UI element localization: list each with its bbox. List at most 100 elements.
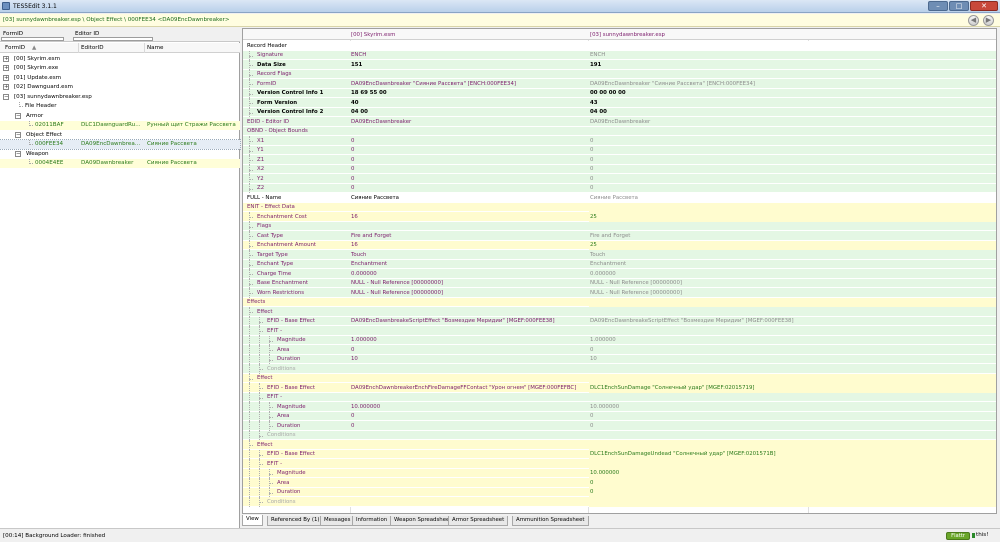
file2-value[interactable]: DA09EncDawnbreaker "Сияние Рассвета" [EN… [590, 81, 755, 87]
editorid-filter-input[interactable] [73, 37, 153, 41]
record-row[interactable]: Effect [243, 440, 996, 450]
file2-value[interactable]: 04 00 [590, 109, 607, 115]
file1-value[interactable]: Fire and Forget [351, 233, 391, 239]
record-row[interactable]: EFID - Base Effect DA09EncDawnbreakeScrip… [243, 316, 996, 326]
flattr-button[interactable]: Flattr [946, 532, 970, 540]
record-row[interactable]: EDID - Editor ID DA09EncDawnbreaker DA09En… [243, 117, 996, 127]
file2-value[interactable]: DLC1EnchSunDamage "Солнечный удар" [MGEF… [590, 385, 755, 391]
collapse-icon[interactable]: − [15, 112, 21, 119]
file2-value[interactable]: 0 [590, 138, 593, 144]
file2-value[interactable]: 0 [590, 185, 593, 191]
file1-value[interactable]: 1.000000 [351, 337, 377, 343]
file1-value[interactable]: DA09EncDawnbreaker "Сияние Рассвета" [EN… [351, 81, 516, 87]
file1-value[interactable]: 0 [351, 176, 354, 182]
record-row[interactable]: Signature ENCH ENCH [243, 50, 996, 60]
file1-value[interactable]: DA09EncDawnbreakeScriptEffect "Возмездие… [351, 318, 555, 324]
record-row[interactable]: Duration 10 10 [243, 354, 996, 364]
flattr-this-label[interactable]: this! [976, 532, 988, 538]
tree-row[interactable]: − Weapon [0, 149, 240, 159]
collapse-icon[interactable]: − [3, 93, 9, 100]
tab-weapon-spreadsheet[interactable]: Weapon Spreadsheet [390, 516, 456, 526]
file1-value[interactable]: 04 00 [351, 109, 368, 115]
file2-value[interactable]: 191 [590, 62, 601, 68]
record-row[interactable]: Area 0 [243, 478, 996, 488]
record-row[interactable]: Y2 0 0 [243, 174, 996, 184]
file2-value[interactable]: Fire and Forget [590, 233, 630, 239]
record-row[interactable]: Conditions [243, 364, 996, 374]
expand-icon[interactable]: + [3, 55, 9, 62]
tree-row[interactable]: + [01] Update.esm [0, 73, 240, 83]
file1-value[interactable]: DA09EncDawnbreaker [351, 119, 411, 125]
close-button[interactable]: ✕ [970, 1, 998, 11]
record-row[interactable]: Magnitude 10.000000 [243, 468, 996, 478]
tab-information[interactable]: Information [352, 516, 392, 526]
file2-value[interactable]: 0 [590, 176, 593, 182]
maximize-button[interactable]: □ [949, 1, 969, 11]
record-row[interactable]: OBND - Object Bounds [243, 126, 996, 136]
file2-value[interactable]: 0 [590, 166, 593, 172]
record-row[interactable]: FormID DA09EncDawnbreaker "Сияние Рассвет… [243, 79, 996, 89]
tree-row[interactable]: File Header [0, 101, 240, 112]
minimize-button[interactable]: – [928, 1, 948, 11]
record-row[interactable]: Duration 0 0 [243, 421, 996, 431]
file1-value[interactable]: Enchantment [351, 261, 387, 267]
tab-armor-spreadsheet[interactable]: Armor Spreadsheet [448, 516, 509, 526]
record-row[interactable]: Charge Time 0.000000 0.000000 [243, 269, 996, 279]
record-row[interactable]: Version Control Info 1 18 69 55 00 00 00 0… [243, 88, 996, 98]
file2-value[interactable]: 25 [590, 214, 597, 220]
tree-row[interactable]: − [03] sunnydawnbreaker.esp [0, 92, 240, 102]
file2-value[interactable]: 0 [590, 157, 593, 163]
record-row[interactable]: EFIT - [243, 326, 996, 336]
record-row[interactable]: Duration 0 [243, 487, 996, 497]
record-row[interactable]: Target Type Touch Touch [243, 250, 996, 260]
record-row[interactable]: Magnitude 1.000000 1.000000 [243, 335, 996, 345]
tree-col-editorid[interactable]: EditorID [81, 45, 104, 51]
file1-value[interactable]: 18 69 55 00 [351, 90, 387, 96]
file1-value[interactable]: 0 [351, 147, 354, 153]
record-row[interactable]: Form Version 40 43 [243, 98, 996, 108]
file1-value[interactable]: NULL - Null Reference [00000000] [351, 290, 443, 296]
record-row[interactable]: Conditions [243, 430, 996, 440]
file2-value[interactable]: NULL - Null Reference [00000000] [590, 280, 682, 286]
file2-value[interactable]: 0 [590, 347, 593, 353]
file2-value[interactable]: 0.000000 [590, 271, 616, 277]
tree-row[interactable]: 02011BAF DLC1DawnguardRu... Рунный щит Стр… [0, 120, 240, 130]
file2-value[interactable]: 0 [590, 489, 593, 495]
file2-value[interactable]: 0 [590, 147, 593, 153]
record-row[interactable]: EFIT - [243, 392, 996, 402]
file2-value[interactable]: 10 [590, 356, 597, 362]
back-icon[interactable]: ◀ [968, 15, 979, 26]
tree-row[interactable]: − Armor [0, 111, 240, 121]
file1-value[interactable]: 0 [351, 166, 354, 172]
collapse-icon[interactable]: − [15, 131, 21, 138]
formid-filter-input[interactable] [1, 37, 64, 41]
file1-value[interactable]: 40 [351, 100, 359, 106]
file2-value[interactable]: NULL - Null Reference [00000000] [590, 290, 682, 296]
file2-value[interactable]: DA09EncDawnbreakeScriptEffect "Возмездие… [590, 318, 794, 324]
expand-icon[interactable]: + [3, 74, 9, 81]
file1-value[interactable]: 0 [351, 138, 354, 144]
tree-row[interactable]: + [00] Skyrim.esm [0, 54, 240, 64]
tab-view[interactable]: View [242, 515, 263, 526]
file2-value[interactable]: Enchantment [590, 261, 626, 267]
file1-value[interactable]: Сияние Рассвета [351, 195, 399, 201]
file2-value[interactable]: DLC1EnchSunDamageUndead "Солнечный удар"… [590, 451, 776, 457]
file2-value[interactable]: 0 [590, 423, 593, 429]
record-row[interactable]: EFID - Base Effect DLC1EnchSunDamageUndea… [243, 449, 996, 459]
tree-row[interactable]: 0004E4EE DA09Dawnbreaker Сияние Рассвета [0, 158, 240, 168]
record-row[interactable]: Z1 0 0 [243, 155, 996, 165]
tree-col-formid[interactable]: FormID [5, 45, 25, 51]
record-row[interactable]: EFID - Base Effect DA09EnchDawnbreakerEnc… [243, 383, 996, 393]
file1-value[interactable]: 16 [351, 242, 358, 248]
file2-value[interactable]: Сияние Рассвета [590, 195, 638, 201]
forward-icon[interactable]: ▶ [983, 15, 994, 26]
record-row[interactable]: Record Flags [243, 69, 996, 79]
record-row[interactable]: Effects [243, 297, 996, 307]
file2-value[interactable]: 10.000000 [590, 470, 619, 476]
file1-value[interactable]: 0 [351, 413, 354, 419]
expand-icon[interactable]: + [3, 65, 9, 71]
record-row[interactable]: X1 0 0 [243, 136, 996, 146]
file1-value[interactable]: 0 [351, 157, 354, 163]
record-row[interactable]: Data Size 151 191 [243, 60, 996, 70]
record-row[interactable]: Base Enchantment NULL - Null Reference [0… [243, 278, 996, 288]
